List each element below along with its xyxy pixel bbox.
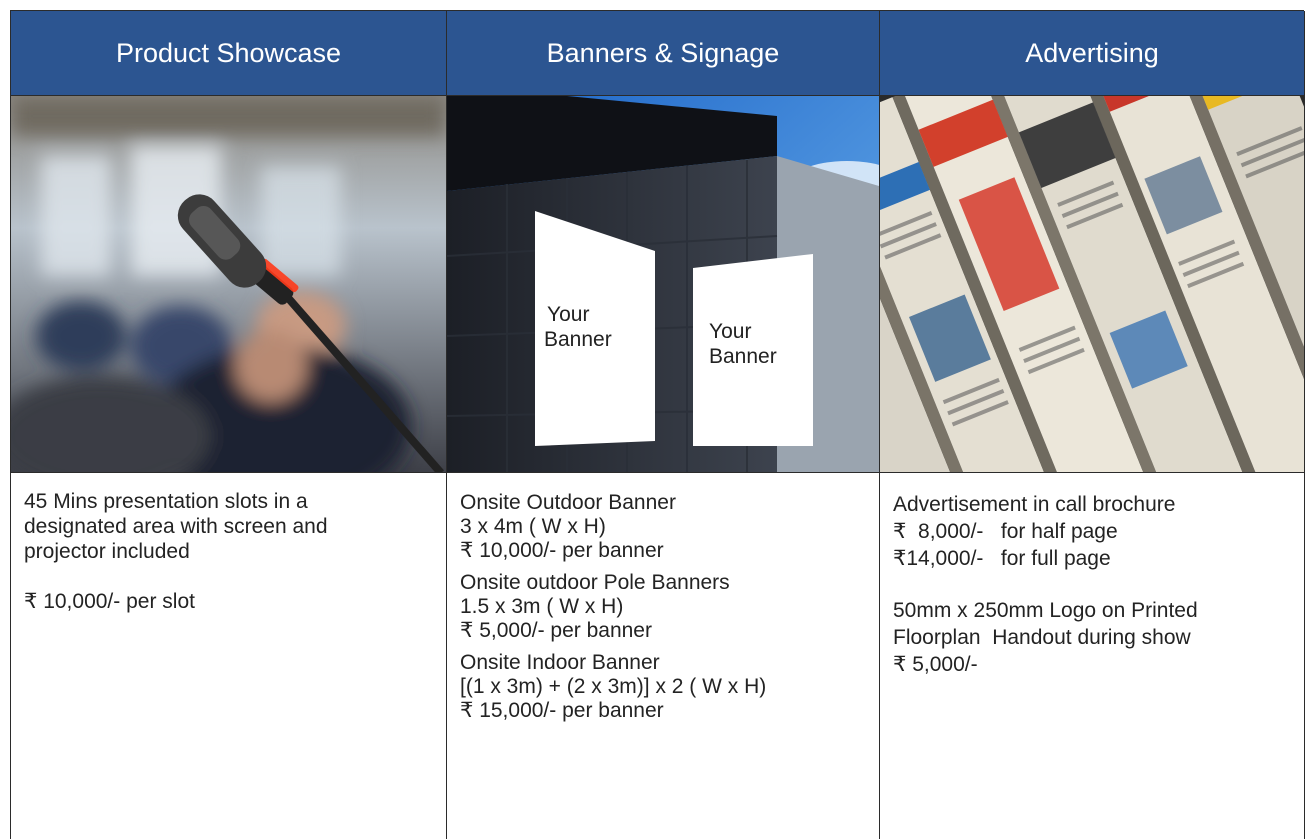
pole-banner-size: 1.5 x 3m ( W x H) <box>460 595 624 618</box>
logo-line-2: Floorplan Handout during show <box>893 626 1191 649</box>
full-page-price: ₹14,000/- for full page <box>893 547 1111 570</box>
showcase-desc-line-2: designated area with screen and <box>24 515 328 538</box>
sponsorship-table: Product Showcase 45 Mins presentation sl… <box>10 10 1305 839</box>
pole-banner-price: ₹ 5,000/- per banner <box>460 619 652 642</box>
showcase-desc-line-1: 45 Mins presentation slots in a <box>24 490 308 513</box>
product-showcase-details: 45 Mins presentation slots in a designat… <box>11 473 446 614</box>
banners-signage-heading: Banners & Signage <box>447 11 879 96</box>
advertising-column: Advertising Advertisement in call brochu… <box>880 11 1305 839</box>
product-showcase-heading: Product Showcase <box>11 11 446 96</box>
rolled-newspapers-image <box>880 96 1304 473</box>
half-page-price: ₹ 8,000/- for half page <box>893 520 1118 543</box>
indoor-banner-size: [(1 x 3m) + (2 x 3m)] x 2 ( W x H) <box>460 675 767 698</box>
logo-line-1: 50mm x 250mm Logo on Printed <box>893 599 1198 622</box>
advertising-heading: Advertising <box>880 11 1304 96</box>
banners-signage-details: Onsite Outdoor Banner 3 x 4m ( W x H) ₹ … <box>447 473 879 723</box>
showcase-desc-line-3: projector included <box>24 540 190 563</box>
advertising-details: Advertisement in call brochure ₹ 8,000/-… <box>880 473 1304 678</box>
outdoor-banner-price: ₹ 10,000/- per banner <box>460 539 664 562</box>
product-showcase-column: Product Showcase 45 Mins presentation sl… <box>11 11 447 839</box>
indoor-banner-title: Onsite Indoor Banner <box>460 651 660 674</box>
building-banner-image: Your Banner Your Banner <box>447 96 879 473</box>
showcase-price: ₹ 10,000/- per slot <box>24 590 195 613</box>
banners-signage-column: Banners & Signage Your Banner Your Banne… <box>447 11 880 839</box>
outdoor-banner-title: Onsite Outdoor Banner <box>460 491 676 514</box>
outdoor-banner-size: 3 x 4m ( W x H) <box>460 515 606 538</box>
indoor-banner-price: ₹ 15,000/- per banner <box>460 699 664 722</box>
conference-microphone-image <box>11 96 446 473</box>
brochure-ad-title: Advertisement in call brochure <box>893 493 1176 516</box>
logo-price: ₹ 5,000/- <box>893 653 978 676</box>
pole-banner-title: Onsite outdoor Pole Banners <box>460 571 730 594</box>
